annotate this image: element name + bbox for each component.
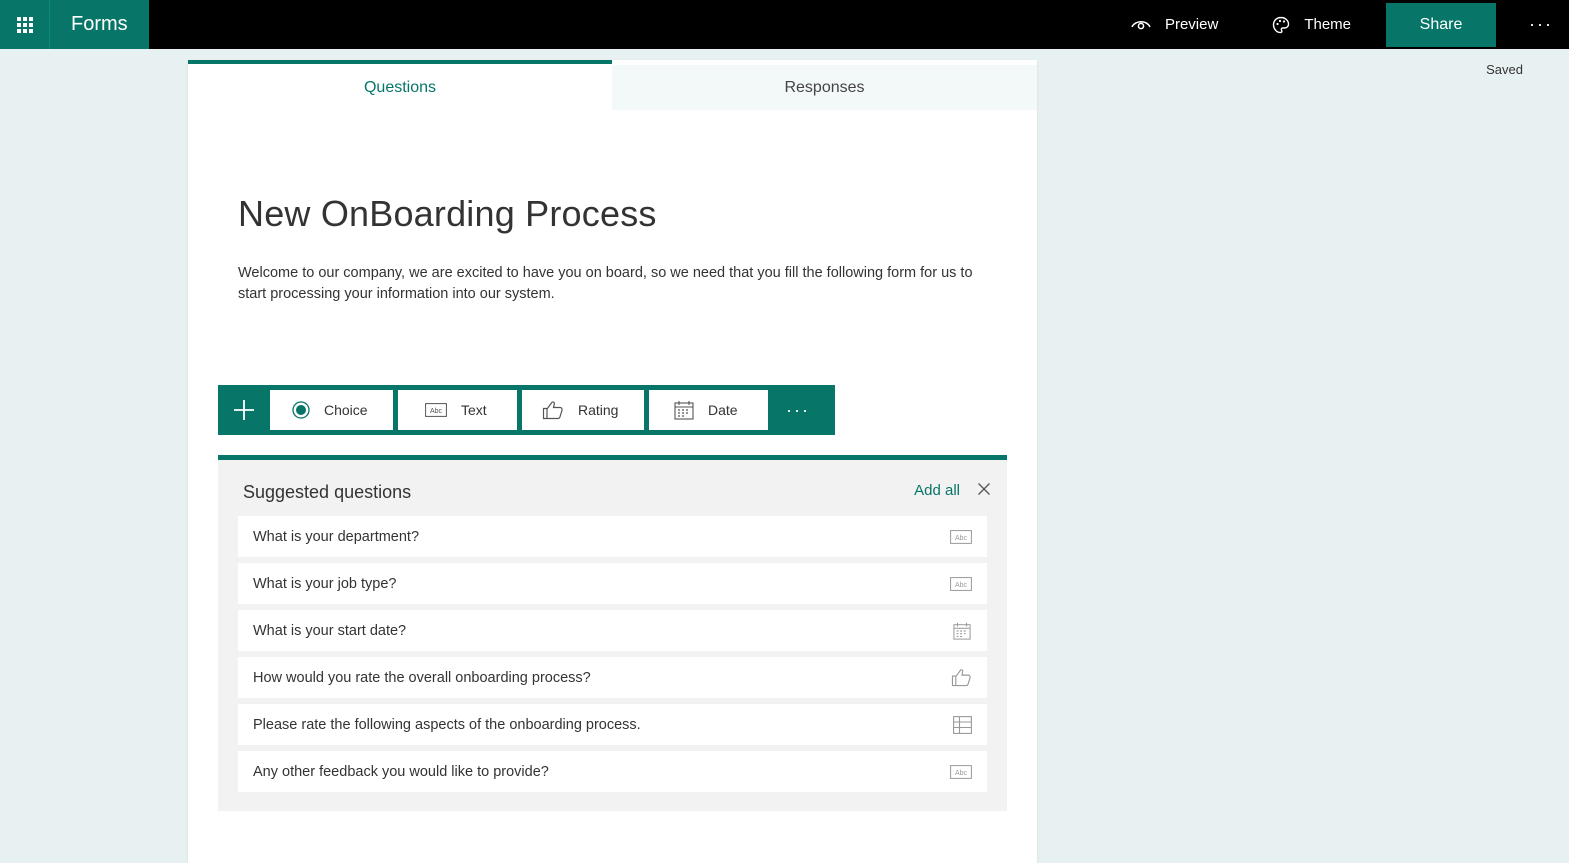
- suggested-item-label: Any other feedback you would like to pro…: [253, 763, 549, 780]
- eye-icon: [1131, 20, 1151, 29]
- svg-text:Abc: Abc: [955, 770, 968, 777]
- rating-type-button[interactable]: Rating: [522, 390, 644, 430]
- choice-type-button[interactable]: Choice: [270, 390, 393, 430]
- save-status: Saved: [1486, 62, 1523, 77]
- calendar-icon: [952, 622, 972, 640]
- text-label: Text: [461, 402, 487, 418]
- tab-responses[interactable]: Responses: [612, 65, 1037, 110]
- more-question-types-button[interactable]: ···: [768, 385, 828, 435]
- add-question-toolbar: Choice Abc Text Rating Date ···: [218, 385, 835, 435]
- svg-text:Abc: Abc: [955, 535, 968, 542]
- preview-button[interactable]: Preview: [1131, 0, 1218, 49]
- app-name[interactable]: Forms: [50, 0, 149, 49]
- suggested-item-job-type[interactable]: What is your job type? Abc: [238, 563, 987, 604]
- thumbs-up-icon: [951, 668, 972, 687]
- grid-icon: [953, 715, 972, 734]
- suggested-item-department[interactable]: What is your department? Abc: [238, 516, 987, 557]
- palette-icon: [1273, 16, 1290, 33]
- tab-bar: Questions Responses: [188, 60, 1037, 110]
- suggested-item-label: How would you rate the overall onboardin…: [253, 669, 591, 686]
- date-type-button[interactable]: Date: [649, 390, 768, 430]
- close-icon[interactable]: [977, 482, 991, 496]
- top-actions: Preview Theme Share ···: [1131, 0, 1569, 49]
- preview-label: Preview: [1164, 16, 1219, 33]
- suggested-item-feedback[interactable]: Any other feedback you would like to pro…: [238, 751, 987, 792]
- more-options-button[interactable]: ···: [1513, 0, 1569, 49]
- choice-label: Choice: [324, 402, 368, 418]
- app-launcher-button[interactable]: [0, 0, 50, 49]
- suggested-item-overall-rating[interactable]: How would you rate the overall onboardin…: [238, 657, 987, 698]
- suggested-item-label: What is your department?: [253, 528, 420, 545]
- top-bar: Forms Preview Theme Share ···: [0, 0, 1569, 49]
- suggested-questions-panel: Suggested questions Add all What is your…: [218, 455, 1007, 811]
- plus-icon: [234, 400, 254, 420]
- text-type-button[interactable]: Abc Text: [398, 390, 517, 430]
- suggested-list: What is your department? Abc What is you…: [238, 516, 987, 798]
- svg-text:Abc: Abc: [955, 582, 968, 589]
- suggested-item-label: What is your start date?: [253, 622, 407, 639]
- rating-label: Rating: [578, 402, 619, 418]
- suggested-title: Suggested questions: [243, 482, 412, 502]
- theme-label: Theme: [1304, 16, 1351, 33]
- text-abc-icon: Abc: [950, 529, 972, 544]
- tab-questions[interactable]: Questions: [188, 60, 612, 110]
- waffle-icon: [16, 16, 33, 33]
- share-button[interactable]: Share: [1386, 2, 1496, 47]
- calendar-icon: [674, 401, 694, 420]
- form-description[interactable]: Welcome to our company, we are excited t…: [238, 263, 998, 305]
- suggested-item-start-date[interactable]: What is your start date?: [238, 610, 987, 651]
- form-title[interactable]: New OnBoarding Process: [238, 193, 657, 235]
- suggested-item-label: Please rate the following aspects of the…: [253, 716, 641, 733]
- text-abc-icon: Abc: [950, 576, 972, 591]
- suggested-item-aspects-rating[interactable]: Please rate the following aspects of the…: [238, 704, 987, 745]
- add-question-button[interactable]: [218, 385, 270, 435]
- add-all-link[interactable]: Add all: [914, 482, 960, 499]
- radio-icon: [292, 401, 310, 419]
- svg-text:Abc: Abc: [430, 408, 443, 415]
- suggested-item-label: What is your job type?: [253, 575, 397, 592]
- theme-button[interactable]: Theme: [1272, 0, 1351, 49]
- text-abc-icon: Abc: [950, 764, 972, 779]
- text-abc-icon: Abc: [425, 403, 447, 417]
- date-label: Date: [708, 402, 738, 418]
- thumbs-up-icon: [542, 401, 563, 420]
- form-card: Questions Responses New OnBoarding Proce…: [188, 60, 1037, 863]
